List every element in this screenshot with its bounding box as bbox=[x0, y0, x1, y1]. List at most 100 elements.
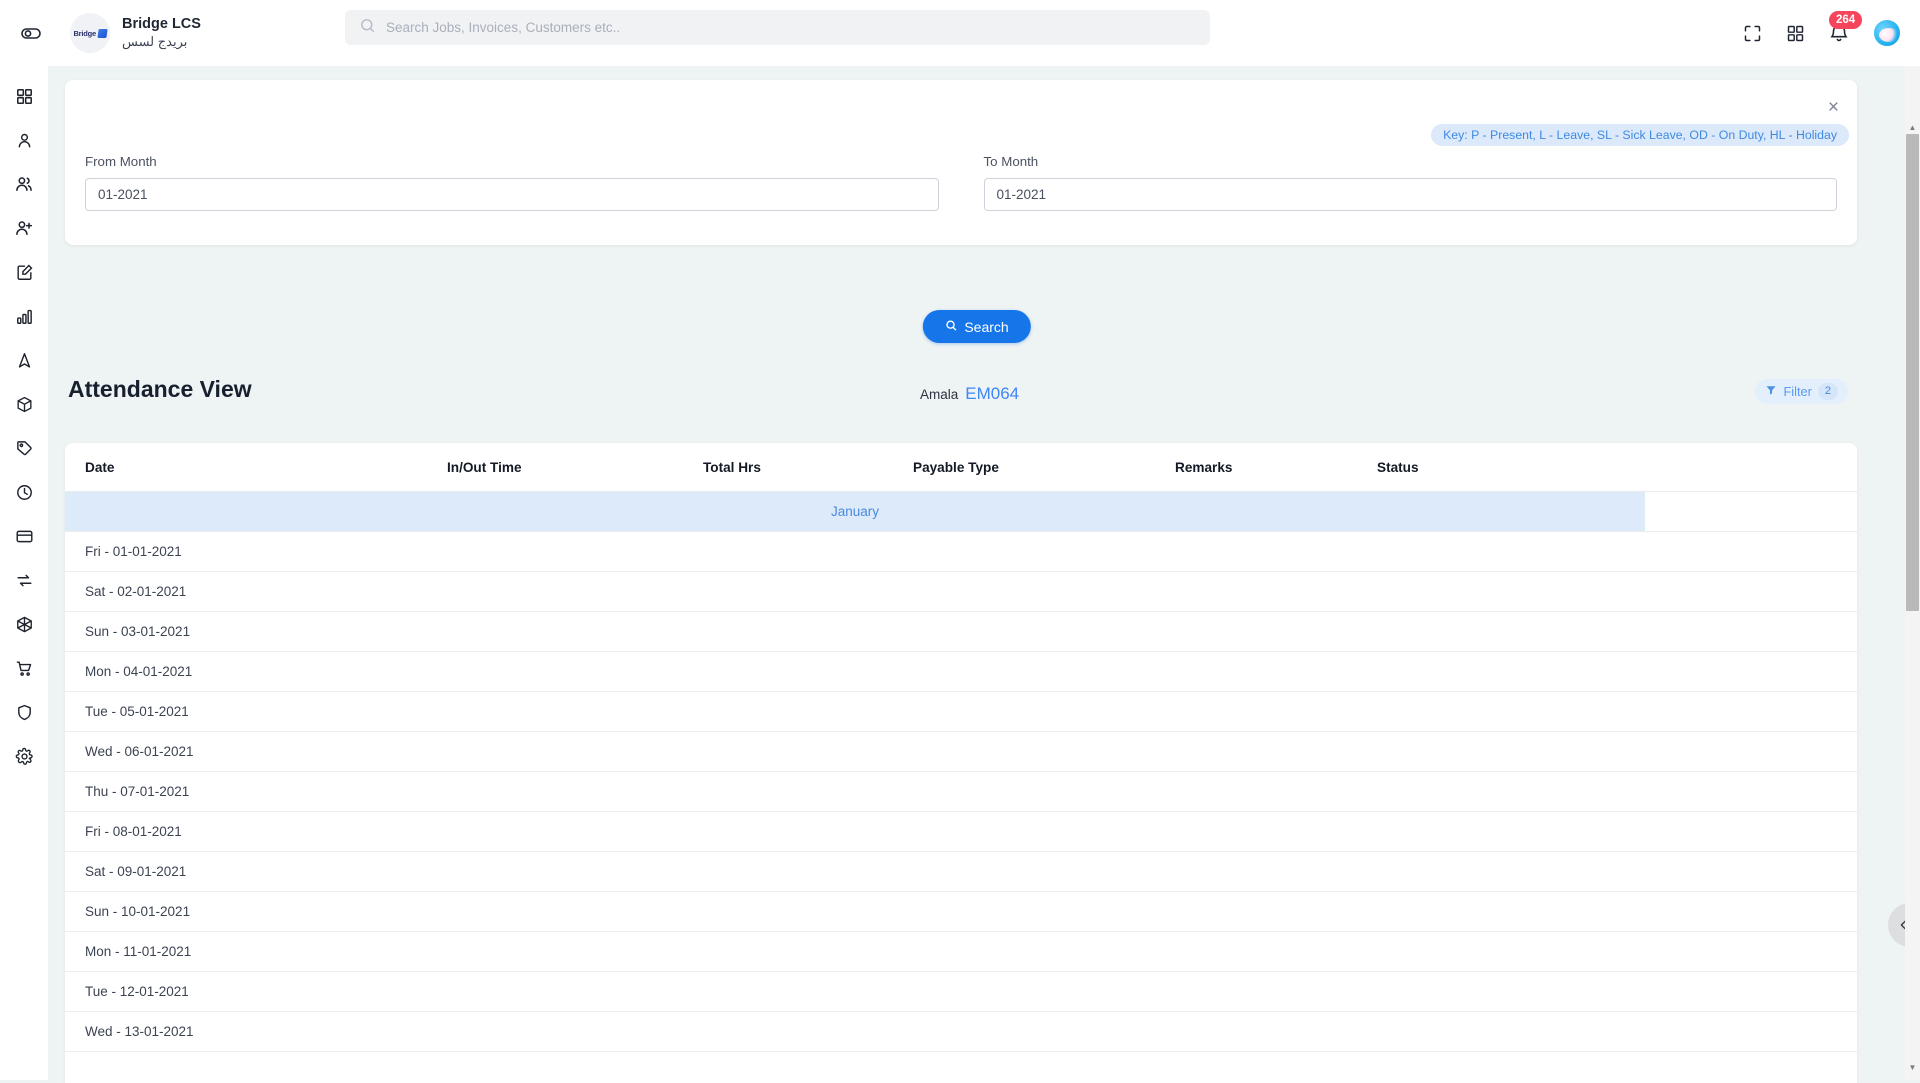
cell-spacer bbox=[1645, 851, 1857, 892]
table-row[interactable]: Fri - 01-01-2021 bbox=[65, 531, 1857, 572]
sidebar-item-shipments[interactable] bbox=[6, 392, 42, 416]
bridge-logo-icon: Bridge bbox=[70, 13, 110, 53]
column-header-remarks[interactable]: Remarks bbox=[1175, 443, 1377, 492]
fullscreen-icon[interactable] bbox=[1742, 23, 1763, 44]
sidebar-item-payments[interactable] bbox=[6, 524, 42, 548]
sidebar-item-inventory[interactable] bbox=[6, 612, 42, 636]
cell-in-out-time bbox=[447, 811, 703, 852]
to-month-input[interactable] bbox=[983, 178, 1837, 211]
column-header-in-out-time[interactable]: In/Out Time bbox=[447, 443, 703, 492]
sidebar-item-user[interactable] bbox=[6, 128, 42, 152]
column-header-date[interactable]: Date bbox=[65, 443, 447, 492]
cell-remarks bbox=[1175, 531, 1377, 572]
table-row[interactable]: Wed - 13-01-2021 bbox=[65, 1011, 1857, 1052]
cell-in-out-time bbox=[447, 691, 703, 732]
cell-total-hrs bbox=[703, 651, 913, 692]
table-head: Date In/Out Time Total Hrs Payable Type … bbox=[65, 443, 1857, 492]
cell-in-out-time bbox=[447, 1011, 703, 1052]
search-button-label: Search bbox=[964, 318, 1009, 335]
cell-spacer bbox=[1645, 1011, 1857, 1052]
table-row[interactable]: Mon - 04-01-2021 bbox=[65, 651, 1857, 692]
sidebar-item-pricing[interactable] bbox=[6, 436, 42, 460]
notifications-button[interactable]: 264 bbox=[1828, 11, 1863, 44]
to-month-field: To Month bbox=[983, 154, 1837, 211]
table-row[interactable]: Sat - 02-01-2021 bbox=[65, 571, 1857, 612]
close-icon[interactable]: × bbox=[1828, 98, 1839, 117]
cell-spacer bbox=[1645, 571, 1857, 612]
table-row[interactable]: Fri - 08-01-2021 bbox=[65, 811, 1857, 852]
from-month-input[interactable] bbox=[85, 178, 939, 211]
sidebar-item-customers[interactable] bbox=[6, 172, 42, 196]
cell-status bbox=[1377, 651, 1645, 692]
cell-remarks bbox=[1175, 1011, 1377, 1052]
cell-date: Wed - 06-01-2021 bbox=[65, 731, 447, 772]
cell-date: Sun - 03-01-2021 bbox=[65, 611, 447, 652]
cell-payable-type bbox=[913, 891, 1175, 932]
brand-name-en: Bridge LCS bbox=[122, 16, 201, 32]
cell-status bbox=[1377, 531, 1645, 572]
cell-spacer bbox=[1645, 531, 1857, 572]
brand[interactable]: Bridge Bridge LCS بريدج لسس bbox=[62, 13, 201, 53]
cell-status bbox=[1377, 1011, 1645, 1052]
cell-in-out-time bbox=[447, 571, 703, 612]
cell-total-hrs bbox=[703, 931, 913, 972]
table-row[interactable]: Mon - 11-01-2021 bbox=[65, 931, 1857, 972]
employee-code[interactable]: EM064 bbox=[965, 384, 1019, 404]
cell-total-hrs bbox=[703, 771, 913, 812]
cell-spacer bbox=[1645, 931, 1857, 972]
column-header-payable-type[interactable]: Payable Type bbox=[913, 443, 1175, 492]
column-header-total-hrs[interactable]: Total Hrs bbox=[703, 443, 913, 492]
caret-down-icon[interactable]: ▼ bbox=[1906, 1060, 1919, 1074]
global-search[interactable]: Search Jobs, Invoices, Customers etc.. bbox=[345, 10, 1210, 45]
avatar[interactable] bbox=[1872, 18, 1902, 48]
caret-up-icon[interactable]: ▲ bbox=[1906, 120, 1919, 134]
sidebar-item-purchase[interactable] bbox=[6, 656, 42, 680]
cell-date: Sat - 02-01-2021 bbox=[65, 571, 447, 612]
table-row[interactable]: Tue - 05-01-2021 bbox=[65, 691, 1857, 732]
sidebar-item-attendance[interactable] bbox=[6, 480, 42, 504]
search-button[interactable]: Search bbox=[922, 310, 1031, 343]
sidebar-item-dashboard[interactable] bbox=[6, 84, 42, 108]
from-month-field: From Month bbox=[85, 154, 939, 211]
cell-spacer bbox=[1645, 731, 1857, 772]
search-input-placeholder[interactable]: Search Jobs, Invoices, Customers etc.. bbox=[386, 20, 620, 35]
table-row[interactable]: Sun - 10-01-2021 bbox=[65, 891, 1857, 932]
from-month-label: From Month bbox=[85, 154, 157, 169]
column-header-status[interactable]: Status bbox=[1377, 443, 1645, 492]
cell-total-hrs bbox=[703, 571, 913, 612]
cell-date: Tue - 05-01-2021 bbox=[65, 691, 447, 732]
cell-remarks bbox=[1175, 811, 1377, 852]
table-row[interactable]: Sun - 03-01-2021 bbox=[65, 611, 1857, 652]
sidebar-item-security[interactable] bbox=[6, 700, 42, 724]
attendance-table: Date In/Out Time Total Hrs Payable Type … bbox=[65, 443, 1857, 1052]
sidebar-toggle-button[interactable] bbox=[0, 21, 62, 45]
cell-date: Fri - 01-01-2021 bbox=[65, 531, 447, 572]
cell-remarks bbox=[1175, 891, 1377, 932]
cell-date: Fri - 08-01-2021 bbox=[65, 811, 447, 852]
sidebar-item-add-user[interactable] bbox=[6, 216, 42, 240]
table-header-row: Date In/Out Time Total Hrs Payable Type … bbox=[65, 443, 1857, 492]
table-row[interactable]: Wed - 06-01-2021 bbox=[65, 731, 1857, 772]
to-month-label: To Month bbox=[983, 154, 1039, 169]
sidebar-item-settings[interactable] bbox=[6, 744, 42, 768]
sidebar-item-quotation[interactable] bbox=[6, 260, 42, 284]
filter-funnel-icon bbox=[1765, 384, 1777, 399]
attendance-table-card: Date In/Out Time Total Hrs Payable Type … bbox=[65, 443, 1857, 1083]
vertical-scrollbar-thumb[interactable] bbox=[1906, 134, 1919, 611]
cell-status bbox=[1377, 571, 1645, 612]
cell-in-out-time bbox=[447, 931, 703, 972]
table-row[interactable]: Tue - 12-01-2021 bbox=[65, 971, 1857, 1012]
sidebar-item-reports[interactable] bbox=[6, 304, 42, 328]
cell-spacer bbox=[1645, 611, 1857, 652]
filter-button-label: Filter bbox=[1783, 384, 1812, 399]
sidebar-item-transactions[interactable] bbox=[6, 568, 42, 592]
apps-grid-icon[interactable] bbox=[1785, 23, 1806, 44]
table-row[interactable]: Thu - 07-01-2021 bbox=[65, 771, 1857, 812]
month-group-row: January bbox=[65, 491, 1857, 532]
filter-button[interactable]: Filter 2 bbox=[1755, 379, 1848, 404]
cell-total-hrs bbox=[703, 691, 913, 732]
table-row[interactable]: Sat - 09-01-2021 bbox=[65, 851, 1857, 892]
cell-spacer bbox=[1645, 651, 1857, 692]
sidebar-item-tracking[interactable] bbox=[6, 348, 42, 372]
cell-in-out-time bbox=[447, 731, 703, 772]
